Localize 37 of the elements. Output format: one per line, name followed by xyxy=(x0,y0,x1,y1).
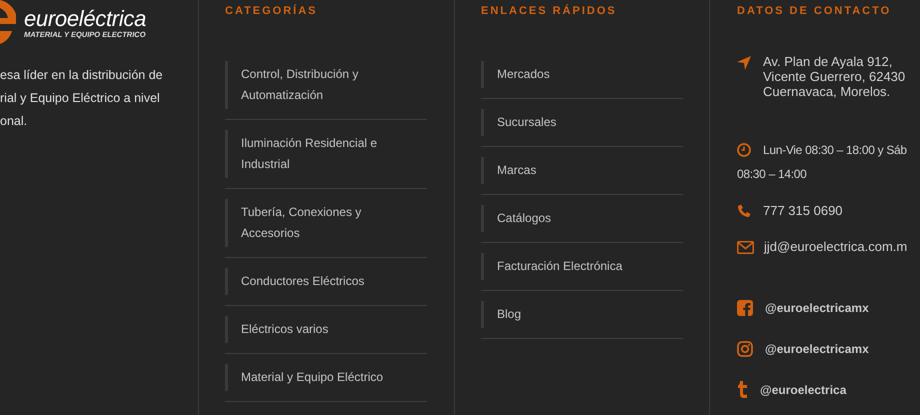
tumblr-icon[interactable] xyxy=(737,381,748,398)
social-handle-link[interactable]: @euroelectricamx xyxy=(765,298,869,316)
logo-mark-icon xyxy=(0,0,16,44)
column-heading: CATEGORÍAS xyxy=(225,4,319,18)
email-link[interactable]: jjd@euroelectrica.com.m xyxy=(764,237,908,257)
address-text: Vicente Guerrero, 62430 xyxy=(763,69,906,84)
category-link[interactable]: Conductores Eléctricos xyxy=(225,268,385,295)
quick-link[interactable]: Catálogos xyxy=(481,205,683,232)
category-link[interactable]: Iluminación Residencial e Industrial xyxy=(225,130,385,178)
phone-text: 777 315 0690 xyxy=(763,202,843,220)
hours-text: Lun-Vie 08:30 – 18:00 y Sáb xyxy=(763,142,907,159)
column-heading: DATOS DE CONTACTO xyxy=(737,4,892,18)
about-text: esa líder en la distribución de xyxy=(0,67,164,84)
social-handle-link[interactable]: @euroelectricamx xyxy=(765,340,869,358)
category-link[interactable]: Tubería, Conexiones y Accesorios xyxy=(225,199,385,247)
quick-link[interactable]: Sucursales xyxy=(481,109,683,136)
address-text: Cuernavaca, Morelos. xyxy=(763,84,892,99)
quick-link[interactable]: Blog xyxy=(481,301,683,328)
phone-icon xyxy=(737,204,751,218)
category-link[interactable]: Control, Distribución y Automatización xyxy=(225,61,385,109)
brand-name: euroeléctrica xyxy=(24,8,146,30)
address-text: Av. Plan de Ayala 912, xyxy=(763,54,894,69)
hours-text: 08:30 – 14:00 xyxy=(737,166,808,183)
category-link[interactable]: Eléctricos varios xyxy=(225,316,385,343)
quick-link[interactable]: Facturación Electrónica xyxy=(481,253,683,280)
quick-link[interactable]: Marcas xyxy=(481,157,683,184)
social-handle-link[interactable]: @euroelectrica xyxy=(760,380,846,398)
about-text: onal. xyxy=(0,113,28,130)
instagram-icon[interactable] xyxy=(737,340,753,356)
location-arrow-icon xyxy=(737,56,751,70)
category-link[interactable]: Material y Equipo Eléctrico xyxy=(225,364,385,391)
column-heading: ENLACES RÁPIDOS xyxy=(481,4,618,18)
about-text: rial y Equipo Eléctrico a nivel xyxy=(0,90,161,107)
quick-link[interactable]: Mercados xyxy=(481,61,683,88)
clock-icon xyxy=(737,143,751,157)
facebook-icon[interactable] xyxy=(737,300,753,316)
envelope-icon xyxy=(737,240,754,254)
